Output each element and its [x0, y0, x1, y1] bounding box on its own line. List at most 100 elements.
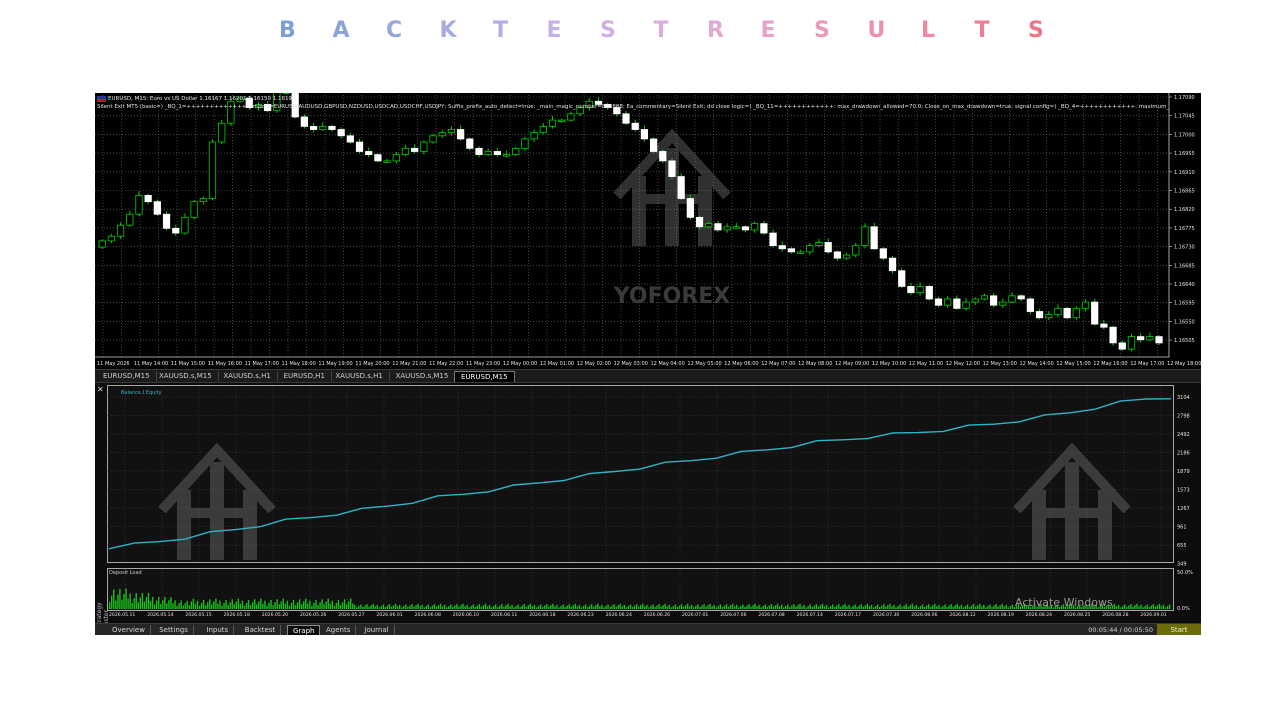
chart-tab[interactable]: XAUUSD.s,M15 — [390, 371, 456, 381]
tester-tab-settings[interactable]: Settings — [154, 625, 194, 635]
candle-body — [980, 295, 989, 300]
candle-body — [1045, 314, 1053, 319]
deposit-load-bar — [176, 605, 178, 609]
date-tick-label: 2026.05.26 — [300, 612, 326, 616]
chart-tab[interactable]: EURUSD,M15 — [97, 371, 157, 381]
chart-tab[interactable]: XAUUSD.s,H1 — [217, 371, 278, 381]
candle-body — [438, 132, 446, 137]
deposit-load-bar — [834, 607, 836, 609]
deposit-load-bar — [570, 606, 572, 609]
chart-tab[interactable]: XAUUSD.s,H1 — [329, 371, 390, 381]
date-tick-label: 2026.05.20 — [262, 612, 288, 616]
deposit-load-bar — [311, 605, 313, 609]
deposit-load-bar — [595, 605, 597, 609]
tester-tab-graph[interactable]: Graph — [287, 625, 321, 635]
deposit-load-bar — [927, 604, 930, 609]
deposit-load-bar — [601, 604, 603, 609]
deposit-load-bar — [515, 605, 517, 609]
deposit-load-bar — [999, 605, 1001, 609]
deposit-load-bar — [241, 600, 244, 609]
deposit-load-bar — [231, 599, 233, 609]
deposit-load-bar — [656, 605, 658, 609]
deposit-load-bar — [419, 606, 421, 609]
deposit-load-bar — [464, 606, 466, 609]
price-tick-label: 1.16730 — [1174, 245, 1195, 251]
ea-parameters-line: Silent Exit MT5 (basic=) _BQ_1=+++++++++… — [97, 104, 1169, 110]
deposit-load-bar — [309, 600, 311, 609]
price-tick-label: 1.17090 — [1174, 95, 1195, 101]
deposit-load-bar — [750, 606, 752, 609]
deposit-load-bar — [1142, 607, 1144, 609]
price-tick-label: 1.16865 — [1174, 189, 1195, 195]
headline-letter: S — [600, 18, 616, 43]
candle-body — [512, 147, 520, 156]
chart-tab[interactable]: EURUSD,M15 — [454, 371, 515, 382]
candle-body — [401, 147, 410, 156]
deposit-load-bar — [517, 604, 519, 609]
deposit-load-bar — [170, 597, 172, 609]
time-tick-label: 11 May 16:00 — [208, 361, 242, 367]
balance-tick-label: 2492 — [1177, 432, 1190, 438]
deposit-load-bar — [733, 606, 736, 609]
chart-tab[interactable]: EURUSD,H1 — [278, 371, 332, 381]
deposit-load-bar — [776, 603, 779, 609]
deposit-load-bar — [113, 589, 115, 609]
candle-body — [1026, 298, 1034, 312]
candle-body — [1081, 301, 1090, 309]
candle-body — [971, 298, 979, 303]
candle-body — [631, 122, 639, 130]
deposit-load-bar — [850, 607, 852, 609]
deposit-load-bar — [1160, 606, 1163, 609]
tester-tab-overview[interactable]: Overview — [107, 625, 151, 635]
deposit-load-bar — [772, 606, 775, 609]
candle-body — [668, 160, 676, 177]
close-icon[interactable]: ✕ — [97, 386, 104, 394]
deposit-load-bar — [239, 603, 242, 609]
deposit-load-bar — [891, 606, 893, 609]
start-button[interactable]: Start — [1157, 624, 1201, 635]
deposit-load-bar — [838, 604, 840, 609]
candle-body — [898, 270, 906, 287]
deposit-load-bar — [795, 606, 797, 609]
time-tick-label: 12 May 15:00 — [1056, 361, 1090, 367]
deposit-load-bar — [782, 607, 785, 609]
deposit-load-bar — [874, 605, 877, 609]
chart-tab[interactable]: XAUUSD.s,M15 — [153, 371, 219, 381]
deposit-load-bar — [635, 604, 638, 609]
tester-tab-backtest[interactable]: Backtest — [240, 625, 282, 635]
time-tick-label: 11 May 15:00 — [171, 361, 205, 367]
deposit-load-bar — [1121, 605, 1124, 609]
deposit-load-bar — [948, 605, 950, 609]
deposit-load-bar — [186, 600, 189, 609]
deposit-load-bar — [1003, 606, 1005, 609]
candle-body — [411, 147, 419, 152]
candle-body — [218, 122, 226, 143]
headline-letter: E — [546, 18, 562, 43]
price-chart[interactable]: YOFOREX 1.17090 1.17045 1.17000 1.16955 1.169… — [95, 93, 1201, 369]
deposit-load-bar — [1138, 606, 1140, 609]
candle-body — [797, 251, 805, 254]
candle-body — [1017, 295, 1025, 300]
deposit-load-bar — [388, 604, 391, 609]
balance-tick-label: 349 — [1177, 562, 1187, 568]
date-tick-label: 2026.07.06 — [720, 612, 746, 616]
candle-body — [539, 125, 547, 134]
deposit-load-bar — [576, 606, 579, 609]
deposit-load-bar — [807, 605, 809, 609]
candle-body — [934, 298, 943, 306]
deposit-load-bar — [523, 604, 525, 609]
chart-tab-bar: EURUSD,M15 XAUUSD.s,M15 XAUUSD.s,H1 EURUSD,… — [95, 369, 1201, 383]
tester-tab-inputs[interactable]: Inputs — [201, 625, 235, 635]
deposit-load-bar — [642, 603, 644, 609]
deposit-load-bar — [219, 600, 221, 609]
deposit-load-bar — [1152, 604, 1155, 609]
deposit-load-bar — [384, 607, 387, 609]
tester-tab-journal[interactable]: Journal — [359, 625, 395, 635]
time-tick-label: 12 May 08:00 — [798, 361, 832, 367]
deposit-load-bar — [866, 603, 869, 609]
headline-letter: B — [279, 18, 296, 43]
deposit-load-bar — [854, 604, 856, 609]
tester-tab-agents[interactable]: Agents — [321, 625, 357, 635]
deposit-load-bar — [703, 604, 705, 609]
candle-body — [925, 286, 933, 300]
